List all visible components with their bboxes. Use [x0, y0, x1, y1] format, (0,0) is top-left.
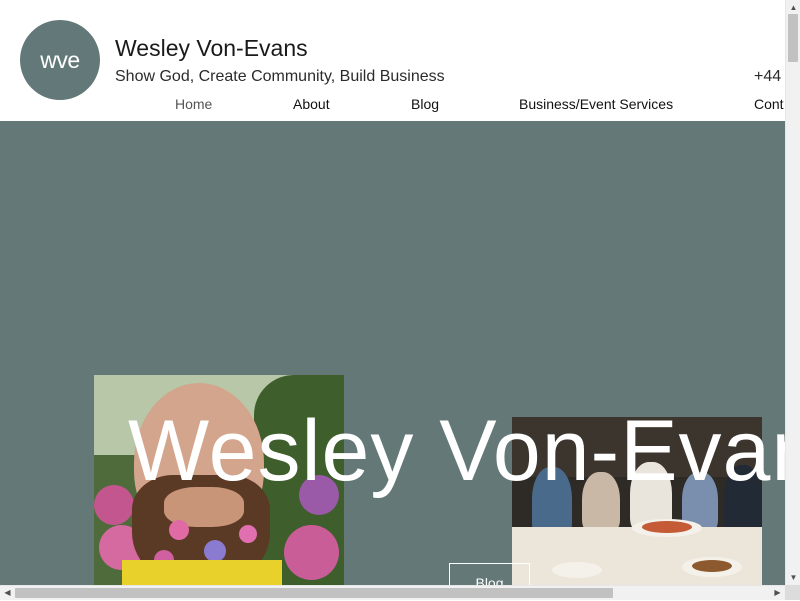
vertical-scroll-thumb[interactable] [788, 14, 798, 62]
scroll-right-icon[interactable]: ▶ [770, 586, 785, 601]
site-title[interactable]: Wesley Von-Evans [115, 35, 308, 62]
scroll-up-icon[interactable]: ▲ [786, 0, 800, 15]
nav-item-home[interactable]: Home [175, 96, 212, 112]
nav-item-about[interactable]: About [293, 96, 330, 112]
scroll-down-icon[interactable]: ▼ [786, 570, 800, 585]
phone-number[interactable]: +44 [754, 68, 781, 86]
nav-item-blog[interactable]: Blog [411, 96, 439, 112]
site-tagline: Show God, Create Community, Build Busine… [115, 68, 445, 85]
blog-button[interactable]: Blog [449, 563, 530, 585]
vertical-scrollbar[interactable]: ▲ ▼ [785, 0, 800, 585]
nav-item-business-event-services[interactable]: Business/Event Services [519, 96, 673, 112]
scroll-left-icon[interactable]: ◀ [0, 586, 15, 601]
hero-title: Wesley Von-Evans [128, 403, 785, 499]
hero-section: Wesley Von-Evans Blog [0, 121, 785, 585]
site-header: wve Wesley Von-Evans Show God, Create Co… [0, 0, 785, 121]
site-logo[interactable]: wve [20, 20, 100, 100]
horizontal-scroll-thumb[interactable] [15, 588, 613, 598]
nav-item-contact[interactable]: Cont [754, 96, 784, 112]
main-navigation: Home About Blog Business/Event Services … [0, 96, 785, 118]
browser-viewport: wve Wesley Von-Evans Show God, Create Co… [0, 0, 785, 585]
scrollbar-corner [785, 585, 800, 600]
horizontal-scrollbar[interactable]: ◀ ▶ [0, 585, 785, 600]
